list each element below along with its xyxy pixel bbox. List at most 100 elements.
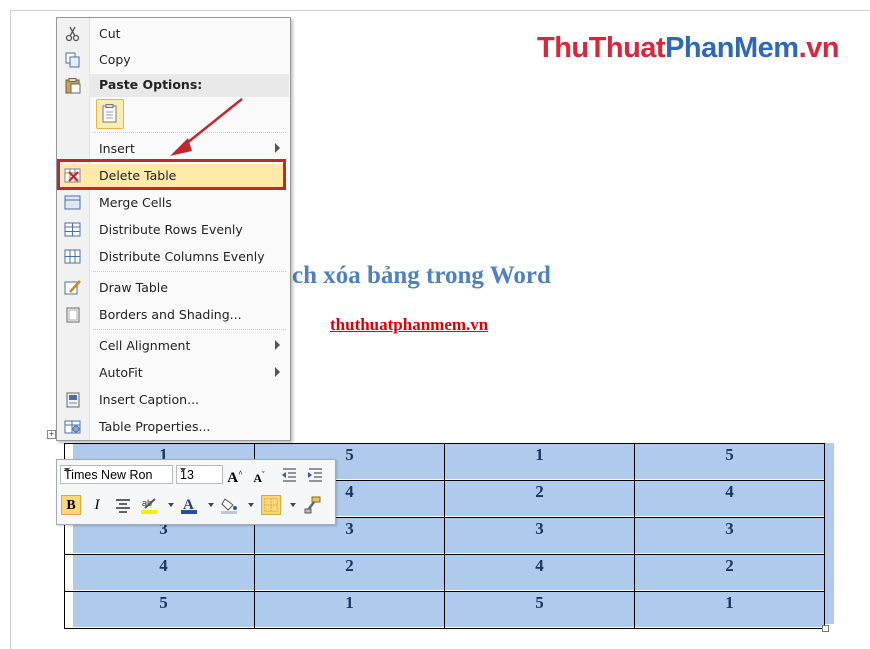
table-cell[interactable]: 1 (254, 591, 445, 629)
table-cell[interactable]: 5 (64, 591, 255, 629)
borders-shading-icon (66, 307, 80, 323)
menu-item-label: Distribute Rows Evenly (99, 222, 243, 237)
table-row[interactable]: 4242 (64, 554, 825, 592)
cell-value: 2 (635, 555, 824, 590)
table-cell[interactable]: 2 (254, 554, 445, 592)
merge-cells-icon (64, 195, 81, 210)
paste-options-header: Paste Options: (89, 74, 289, 97)
context-menu: Cut Copy Paste Options: Insert Delete Ta… (56, 17, 291, 441)
table-move-handle-icon[interactable]: + (47, 430, 56, 439)
scissors-icon (65, 26, 80, 42)
submenu-arrow-icon (275, 340, 280, 350)
table-cell[interactable]: 2 (444, 480, 635, 518)
menu-item-cut[interactable]: Cut (57, 22, 290, 46)
menu-item-table-properties[interactable]: Table Properties... (57, 415, 290, 439)
table-cell[interactable]: 4 (634, 480, 825, 518)
menu-item-copy[interactable]: Copy (57, 48, 290, 72)
menu-item-cell-alignment[interactable]: Cell Alignment (57, 334, 290, 358)
font-size-box[interactable]: 13 (176, 465, 223, 484)
table-cell[interactable]: 1 (634, 591, 825, 629)
cell-value: 2 (445, 481, 634, 516)
format-painter-icon[interactable] (303, 495, 323, 515)
grow-font-icon[interactable]: A^ (225, 464, 245, 486)
menu-separator (93, 271, 286, 272)
distribute-columns-icon (64, 249, 81, 264)
chevron-down-icon[interactable] (248, 503, 254, 507)
font-color-icon[interactable]: A (179, 495, 199, 515)
chevron-down-icon[interactable] (208, 503, 214, 507)
cell-value: 4 (73, 555, 254, 590)
distribute-rows-icon (64, 222, 81, 237)
borders-icon[interactable] (261, 495, 281, 515)
document-title: ch xóa bảng trong Word (292, 262, 551, 289)
document-link[interactable]: thuthuatphanmem.vn (330, 315, 488, 335)
table-cell[interactable]: 4 (444, 554, 635, 592)
paste-keep-source-button[interactable] (96, 99, 124, 129)
menu-item-label: Insert Caption... (99, 392, 200, 407)
menu-item-distribute-rows[interactable]: Distribute Rows Evenly (57, 218, 290, 242)
cell-value: 5 (73, 592, 254, 627)
table-cell[interactable]: 5 (444, 591, 635, 629)
caption-icon (66, 392, 80, 408)
menu-item-label: Borders and Shading... (99, 307, 242, 322)
menu-item-label: Cut (99, 26, 121, 41)
table-resize-handle[interactable] (822, 625, 829, 632)
menu-item-merge-cells[interactable]: Merge Cells (57, 191, 290, 215)
menu-item-label: Merge Cells (99, 195, 172, 210)
callout-arrow-icon (170, 98, 243, 156)
menu-item-label: Insert (99, 141, 135, 156)
table-cell[interactable]: 5 (634, 443, 825, 481)
cell-value: 1 (445, 444, 634, 479)
table-selection-edge (825, 443, 834, 624)
menu-item-label: Copy (99, 52, 131, 67)
table-cell[interactable]: 3 (634, 517, 825, 555)
pencil-icon (64, 280, 81, 295)
cell-value: 4 (635, 481, 824, 516)
table-cell[interactable]: 1 (444, 443, 635, 481)
table-row[interactable]: 5151 (64, 591, 825, 629)
menu-item-insert-caption[interactable]: Insert Caption... (57, 388, 290, 412)
table-properties-icon (64, 420, 81, 434)
menu-item-label: Cell Alignment (99, 338, 191, 353)
menu-item-distribute-columns[interactable]: Distribute Columns Evenly (57, 245, 290, 269)
font-name-box[interactable]: Times New Ron (60, 465, 173, 484)
chevron-down-icon (180, 468, 186, 472)
cell-value: 2 (255, 555, 444, 590)
menu-item-autofit[interactable]: AutoFit (57, 361, 290, 385)
decrease-indent-icon[interactable] (279, 465, 299, 485)
chevron-down-icon (64, 468, 70, 472)
shrink-font-icon[interactable]: Aˇ (249, 465, 269, 485)
menu-item-label: AutoFit (99, 365, 143, 380)
site-watermark: ThuThuatPhanMem.vn (537, 32, 839, 64)
table-cell[interactable]: 3 (444, 517, 635, 555)
cell-value: 5 (445, 592, 634, 627)
menu-item-label: Table Properties... (99, 419, 211, 434)
copy-icon (65, 52, 80, 68)
cell-value: 1 (635, 592, 824, 627)
menu-item-label: Draw Table (99, 280, 168, 295)
menu-separator (93, 329, 286, 330)
highlight-color-icon[interactable]: ab (139, 495, 159, 515)
chevron-down-icon[interactable] (168, 503, 174, 507)
table-cell[interactable]: 2 (634, 554, 825, 592)
cell-value: 3 (635, 518, 824, 553)
chevron-down-icon[interactable] (290, 503, 296, 507)
table-cell[interactable]: 4 (64, 554, 255, 592)
cell-value: 5 (635, 444, 824, 479)
shading-icon[interactable] (219, 495, 239, 515)
paste-icon (102, 104, 117, 123)
cell-value: 4 (445, 555, 634, 590)
cell-value: 3 (445, 518, 634, 553)
submenu-arrow-icon (275, 367, 280, 377)
italic-button[interactable]: I (87, 495, 107, 515)
clipboard-icon (65, 78, 81, 94)
bold-button[interactable]: B (61, 495, 81, 515)
increase-indent-icon[interactable] (305, 465, 325, 485)
submenu-arrow-icon (275, 143, 280, 153)
cell-value: 1 (255, 592, 444, 627)
menu-item-label: Distribute Columns Evenly (99, 249, 265, 264)
mini-toolbar: Times New Ron 13 A^ Aˇ B I ab A (56, 459, 336, 525)
menu-item-draw-table[interactable]: Draw Table (57, 276, 290, 300)
center-align-icon[interactable] (113, 495, 133, 515)
menu-item-borders-shading[interactable]: Borders and Shading... (57, 303, 290, 327)
